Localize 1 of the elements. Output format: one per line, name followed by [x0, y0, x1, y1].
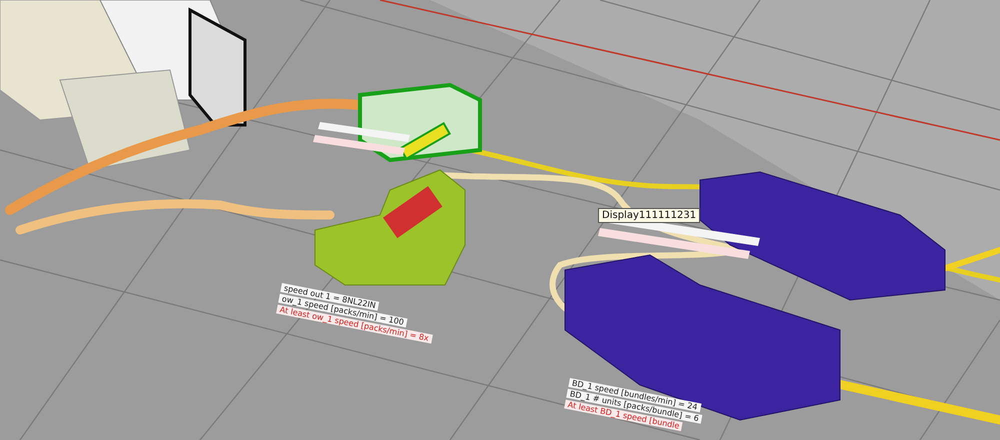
- tooltip: Display111111231: [598, 208, 700, 223]
